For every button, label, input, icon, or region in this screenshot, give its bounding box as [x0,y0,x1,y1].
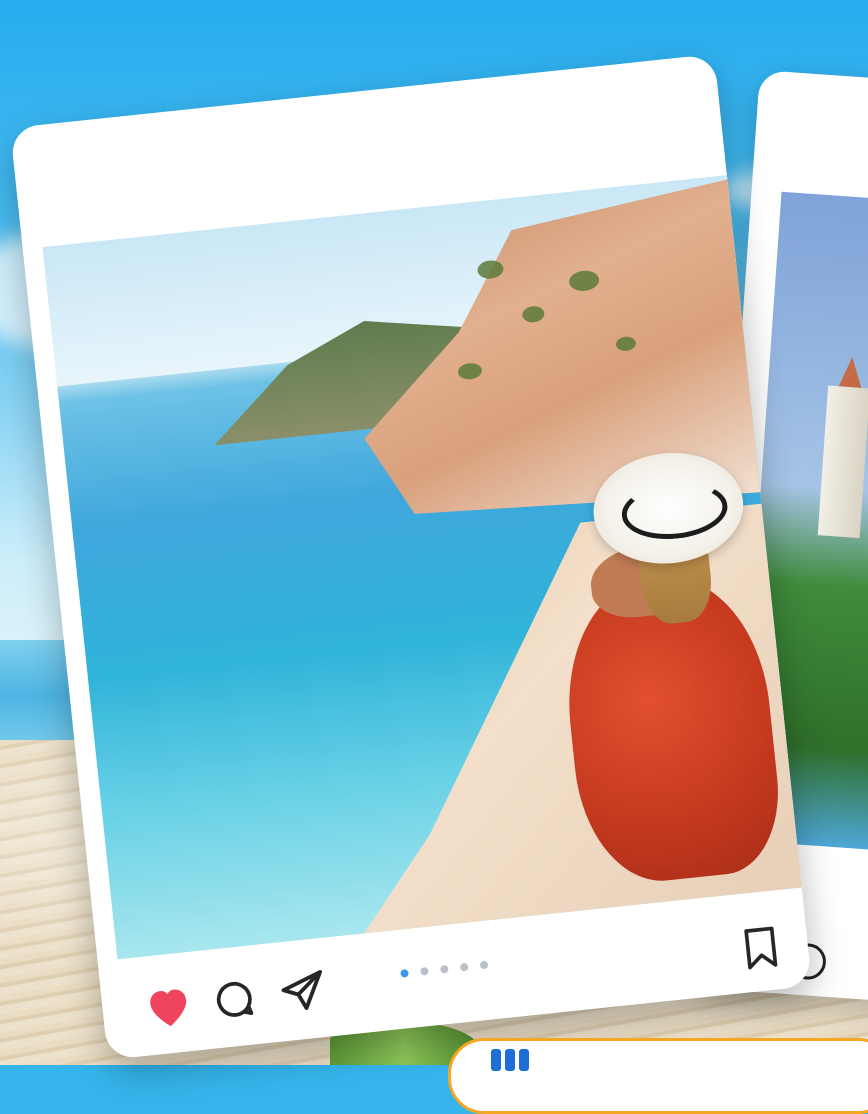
carousel-dot [439,964,449,974]
carousel-indicator [400,960,489,978]
carousel-dot [459,962,469,972]
bookmark-icon[interactable] [740,924,782,972]
heart-icon[interactable] [143,982,195,1031]
comment-icon[interactable] [210,975,258,1023]
tower [817,385,868,539]
brand-logo-icon [491,1049,543,1071]
carousel-dot [479,960,489,970]
post-card [10,53,813,1060]
tower-roof [837,356,865,390]
bottom-logo-pill[interactable] [448,1038,868,1114]
share-icon[interactable] [278,966,329,1017]
carousel-dot [420,966,429,976]
post-photo[interactable] [42,172,813,960]
carousel-dot-active [400,968,409,978]
